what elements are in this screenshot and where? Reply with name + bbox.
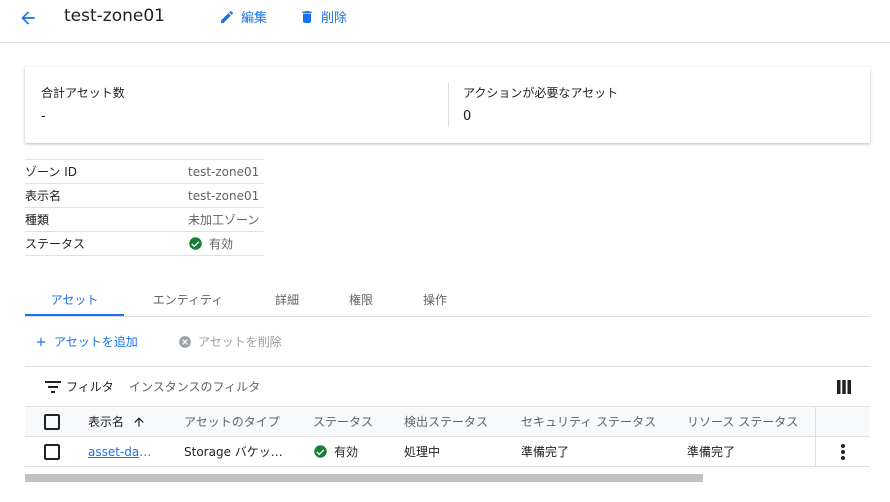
card-divider	[448, 83, 449, 127]
horizontal-scrollbar[interactable]	[25, 474, 703, 482]
detail-value: test-zone01	[188, 164, 260, 179]
page-title: test-zone01	[64, 6, 165, 26]
filter-bar: フィルタ	[25, 366, 870, 407]
detail-row-display-name: 表示名 test-zone01	[25, 183, 264, 207]
total-assets-label: 合計アセット数	[41, 86, 125, 100]
detail-label: 種類	[25, 213, 50, 227]
column-header-status[interactable]: ステータス	[313, 407, 373, 436]
tab-assets[interactable]: アセット	[25, 284, 124, 316]
detail-row-status: ステータス 有効	[25, 231, 264, 256]
table-row: asset-dat… Storage バケッ… 有効 処理中 準備完了 準備完了	[25, 437, 870, 467]
tab-operations[interactable]: 操作	[405, 284, 465, 315]
asset-summary-card: 合計アセット数 - アクションが必要なアセット 0	[25, 67, 870, 143]
add-asset-button[interactable]: アセットを追加	[34, 333, 138, 350]
column-header-discovery-status[interactable]: 検出ステータス	[404, 407, 488, 436]
add-asset-label: アセットを追加	[54, 335, 138, 349]
cancel-circle-icon	[179, 335, 191, 348]
delete-asset-button[interactable]: アセットを削除	[178, 333, 282, 350]
action-needed-value: 0	[463, 109, 472, 124]
trash-icon	[302, 10, 312, 23]
row-checkbox[interactable]	[44, 443, 60, 460]
tab-permissions[interactable]: 権限	[331, 284, 391, 315]
row-menu-cell	[841, 437, 845, 466]
row-select-cell	[44, 437, 60, 466]
detail-label: ゾーン ID	[25, 165, 77, 179]
detail-value: test-zone01	[188, 188, 260, 203]
status-text: 有効	[334, 445, 359, 459]
column-divider	[815, 407, 816, 436]
status-cell: 有効	[313, 437, 358, 466]
filter-icon	[45, 381, 61, 393]
delete-button[interactable]: 削除	[299, 7, 347, 26]
detail-value: 未加工ゾーン	[188, 213, 260, 227]
display-name-cell: asset-dat…	[88, 437, 152, 466]
arrow-back-icon[interactable]	[18, 8, 38, 28]
security-status-cell: 準備完了	[521, 445, 570, 459]
delete-button-label: 削除	[321, 11, 348, 26]
detail-status-value: 有効	[188, 235, 233, 252]
tab-details[interactable]: 詳細	[257, 284, 317, 315]
assets-table: 表示名 アセットのタイプ ステータス 検出ステータス セキュリティ ステータス …	[25, 406, 870, 467]
select-all-cell	[44, 407, 60, 436]
detail-label: ステータス	[25, 237, 86, 251]
check-circle-icon	[189, 237, 202, 250]
column-header-security-status[interactable]: セキュリティ ステータス	[521, 407, 656, 436]
filter-label: フィルタ	[66, 380, 114, 394]
asset-name-link[interactable]: asset-dat…	[88, 445, 152, 459]
check-circle-icon	[314, 445, 327, 458]
detail-label: 表示名	[25, 189, 62, 203]
column-header-resource-status[interactable]: リソース ステータス	[687, 407, 798, 436]
edit-button[interactable]: 編集	[219, 7, 267, 26]
column-header-label: 表示名	[88, 415, 125, 429]
column-header-display-name[interactable]: 表示名	[88, 407, 146, 436]
page-header: test-zone01 編集 削除	[0, 0, 890, 43]
table-header-row: 表示名 アセットのタイプ ステータス 検出ステータス セキュリティ ステータス …	[25, 406, 870, 437]
tab-bar: アセット エンティティ 詳細 権限 操作	[25, 284, 870, 317]
column-header-asset-type[interactable]: アセットのタイプ	[184, 407, 280, 436]
select-all-checkbox[interactable]	[44, 413, 60, 430]
zone-details-table: ゾーン ID test-zone01 表示名 test-zone01 種類 未加…	[25, 159, 264, 256]
status-text: 有効	[209, 237, 234, 251]
detail-row-type: 種類 未加工ゾーン	[25, 207, 264, 231]
column-divider	[815, 437, 816, 466]
resource-status-cell: 準備完了	[687, 445, 736, 459]
action-needed-label: アクションが必要なアセット	[463, 86, 619, 100]
column-display-icon[interactable]	[837, 380, 851, 394]
discovery-status-cell: 処理中	[404, 445, 441, 459]
arrow-up-icon	[134, 416, 144, 427]
plus-icon	[36, 337, 46, 346]
edit-button-label: 編集	[241, 11, 268, 26]
total-assets-value: -	[41, 109, 46, 124]
filter-input[interactable]	[127, 374, 691, 400]
detail-row-zone-id: ゾーン ID test-zone01	[25, 159, 264, 183]
asset-type-cell: Storage バケッ…	[184, 445, 283, 459]
more-vert-icon[interactable]	[841, 443, 845, 460]
tab-entities[interactable]: エンティティ	[133, 284, 243, 315]
delete-asset-label: アセットを削除	[198, 335, 282, 349]
pencil-icon	[221, 10, 234, 23]
